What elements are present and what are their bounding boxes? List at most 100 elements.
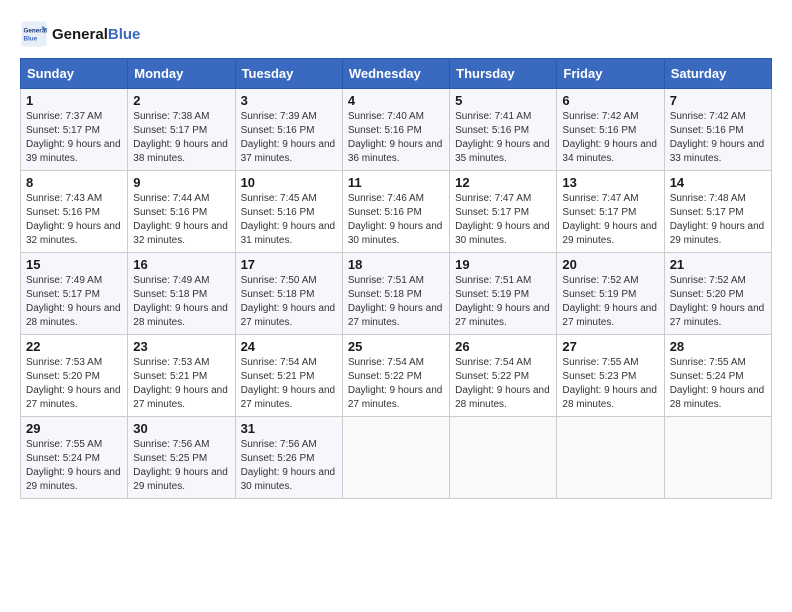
day-info: Sunrise: 7:50 AM Sunset: 5:18 PM Dayligh… [241, 274, 337, 330]
day-number: 3 [241, 93, 337, 108]
day-info: Sunrise: 7:54 AM Sunset: 5:22 PM Dayligh… [348, 356, 444, 412]
calendar-day-cell: 6 Sunrise: 7:42 AM Sunset: 5:16 PM Dayli… [557, 89, 664, 171]
calendar-day-cell: 4 Sunrise: 7:40 AM Sunset: 5:16 PM Dayli… [342, 89, 449, 171]
calendar-day-cell: 22 Sunrise: 7:53 AM Sunset: 5:20 PM Dayl… [21, 335, 128, 417]
daylight-label: Daylight: 9 hours and 28 minutes. [133, 303, 228, 328]
day-number: 26 [455, 339, 551, 354]
sunrise-label: Sunrise: 7:56 AM [241, 439, 317, 450]
daylight-label: Daylight: 9 hours and 39 minutes. [26, 139, 121, 164]
daylight-label: Daylight: 9 hours and 27 minutes. [455, 303, 550, 328]
sunset-label: Sunset: 5:17 PM [26, 125, 100, 136]
daylight-label: Daylight: 9 hours and 28 minutes. [455, 385, 550, 410]
day-info: Sunrise: 7:47 AM Sunset: 5:17 PM Dayligh… [562, 192, 658, 248]
daylight-label: Daylight: 9 hours and 27 minutes. [670, 303, 765, 328]
calendar-day-cell: 29 Sunrise: 7:55 AM Sunset: 5:24 PM Dayl… [21, 417, 128, 499]
day-info: Sunrise: 7:51 AM Sunset: 5:19 PM Dayligh… [455, 274, 551, 330]
day-info: Sunrise: 7:51 AM Sunset: 5:18 PM Dayligh… [348, 274, 444, 330]
sunrise-label: Sunrise: 7:55 AM [562, 357, 638, 368]
sunrise-label: Sunrise: 7:45 AM [241, 193, 317, 204]
calendar-day-cell: 23 Sunrise: 7:53 AM Sunset: 5:21 PM Dayl… [128, 335, 235, 417]
calendar-day-cell [450, 417, 557, 499]
sunset-label: Sunset: 5:16 PM [455, 125, 529, 136]
calendar-day-cell: 26 Sunrise: 7:54 AM Sunset: 5:22 PM Dayl… [450, 335, 557, 417]
weekday-header: Sunday [21, 59, 128, 89]
sunset-label: Sunset: 5:16 PM [562, 125, 636, 136]
day-info: Sunrise: 7:37 AM Sunset: 5:17 PM Dayligh… [26, 110, 122, 166]
sunrise-label: Sunrise: 7:37 AM [26, 111, 102, 122]
calendar-day-cell: 5 Sunrise: 7:41 AM Sunset: 5:16 PM Dayli… [450, 89, 557, 171]
day-number: 5 [455, 93, 551, 108]
sunset-label: Sunset: 5:18 PM [348, 289, 422, 300]
sunset-label: Sunset: 5:22 PM [455, 371, 529, 382]
sunrise-label: Sunrise: 7:40 AM [348, 111, 424, 122]
weekday-header: Wednesday [342, 59, 449, 89]
day-info: Sunrise: 7:38 AM Sunset: 5:17 PM Dayligh… [133, 110, 229, 166]
sunset-label: Sunset: 5:24 PM [26, 453, 100, 464]
day-number: 31 [241, 421, 337, 436]
daylight-label: Daylight: 9 hours and 27 minutes. [241, 303, 336, 328]
sunrise-label: Sunrise: 7:55 AM [26, 439, 102, 450]
sunrise-label: Sunrise: 7:47 AM [455, 193, 531, 204]
weekday-header: Monday [128, 59, 235, 89]
calendar-day-cell: 12 Sunrise: 7:47 AM Sunset: 5:17 PM Dayl… [450, 171, 557, 253]
calendar-day-cell: 9 Sunrise: 7:44 AM Sunset: 5:16 PM Dayli… [128, 171, 235, 253]
daylight-label: Daylight: 9 hours and 27 minutes. [348, 385, 443, 410]
daylight-label: Daylight: 9 hours and 27 minutes. [133, 385, 228, 410]
day-number: 1 [26, 93, 122, 108]
sunrise-label: Sunrise: 7:56 AM [133, 439, 209, 450]
calendar-day-cell: 18 Sunrise: 7:51 AM Sunset: 5:18 PM Dayl… [342, 253, 449, 335]
day-number: 7 [670, 93, 766, 108]
day-number: 18 [348, 257, 444, 272]
sunset-label: Sunset: 5:19 PM [455, 289, 529, 300]
day-info: Sunrise: 7:40 AM Sunset: 5:16 PM Dayligh… [348, 110, 444, 166]
daylight-label: Daylight: 9 hours and 29 minutes. [670, 221, 765, 246]
daylight-label: Daylight: 9 hours and 28 minutes. [670, 385, 765, 410]
logo-icon: General Blue [20, 20, 48, 48]
sunset-label: Sunset: 5:16 PM [241, 125, 315, 136]
day-number: 6 [562, 93, 658, 108]
weekday-header: Thursday [450, 59, 557, 89]
sunrise-label: Sunrise: 7:41 AM [455, 111, 531, 122]
day-info: Sunrise: 7:42 AM Sunset: 5:16 PM Dayligh… [670, 110, 766, 166]
sunset-label: Sunset: 5:19 PM [562, 289, 636, 300]
sunset-label: Sunset: 5:23 PM [562, 371, 636, 382]
day-number: 11 [348, 175, 444, 190]
calendar-day-cell: 17 Sunrise: 7:50 AM Sunset: 5:18 PM Dayl… [235, 253, 342, 335]
day-number: 20 [562, 257, 658, 272]
day-number: 10 [241, 175, 337, 190]
daylight-label: Daylight: 9 hours and 34 minutes. [562, 139, 657, 164]
calendar-body: 1 Sunrise: 7:37 AM Sunset: 5:17 PM Dayli… [21, 89, 772, 499]
daylight-label: Daylight: 9 hours and 29 minutes. [133, 467, 228, 492]
calendar-day-cell: 19 Sunrise: 7:51 AM Sunset: 5:19 PM Dayl… [450, 253, 557, 335]
sunrise-label: Sunrise: 7:55 AM [670, 357, 746, 368]
sunrise-label: Sunrise: 7:53 AM [133, 357, 209, 368]
sunset-label: Sunset: 5:21 PM [241, 371, 315, 382]
day-number: 9 [133, 175, 229, 190]
calendar-table: SundayMondayTuesdayWednesdayThursdayFrid… [20, 58, 772, 499]
day-number: 22 [26, 339, 122, 354]
day-number: 8 [26, 175, 122, 190]
daylight-label: Daylight: 9 hours and 27 minutes. [562, 303, 657, 328]
sunset-label: Sunset: 5:22 PM [348, 371, 422, 382]
sunset-label: Sunset: 5:25 PM [133, 453, 207, 464]
sunset-label: Sunset: 5:17 PM [455, 207, 529, 218]
logo-text: GeneralBlue [52, 26, 140, 43]
calendar-week-row: 1 Sunrise: 7:37 AM Sunset: 5:17 PM Dayli… [21, 89, 772, 171]
sunset-label: Sunset: 5:20 PM [26, 371, 100, 382]
calendar-day-cell: 10 Sunrise: 7:45 AM Sunset: 5:16 PM Dayl… [235, 171, 342, 253]
daylight-label: Daylight: 9 hours and 28 minutes. [562, 385, 657, 410]
day-info: Sunrise: 7:49 AM Sunset: 5:17 PM Dayligh… [26, 274, 122, 330]
calendar-day-cell [342, 417, 449, 499]
calendar-week-row: 15 Sunrise: 7:49 AM Sunset: 5:17 PM Dayl… [21, 253, 772, 335]
daylight-label: Daylight: 9 hours and 31 minutes. [241, 221, 336, 246]
day-info: Sunrise: 7:53 AM Sunset: 5:21 PM Dayligh… [133, 356, 229, 412]
daylight-label: Daylight: 9 hours and 37 minutes. [241, 139, 336, 164]
daylight-label: Daylight: 9 hours and 29 minutes. [562, 221, 657, 246]
daylight-label: Daylight: 9 hours and 30 minutes. [348, 221, 443, 246]
day-number: 30 [133, 421, 229, 436]
calendar-day-cell: 20 Sunrise: 7:52 AM Sunset: 5:19 PM Dayl… [557, 253, 664, 335]
daylight-label: Daylight: 9 hours and 36 minutes. [348, 139, 443, 164]
sunset-label: Sunset: 5:20 PM [670, 289, 744, 300]
calendar-day-cell: 15 Sunrise: 7:49 AM Sunset: 5:17 PM Dayl… [21, 253, 128, 335]
day-number: 21 [670, 257, 766, 272]
